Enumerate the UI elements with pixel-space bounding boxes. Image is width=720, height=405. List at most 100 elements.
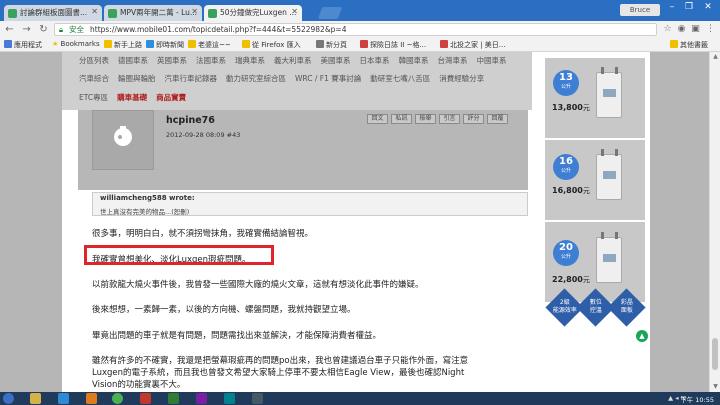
tab-2[interactable]: MPV兩年開二萬 - Lu... ✕ <box>104 5 202 21</box>
bookmark-bookmarks[interactable]: ★ Bookmarks <box>52 40 100 48</box>
post-paragraph: Luxgen的電子系統，而且我也曾發文希望大家騎上停車不要太相信Eagle Vi… <box>92 368 465 378</box>
page-icon <box>146 40 154 48</box>
post-button-rate[interactable]: 評分 <box>463 114 484 124</box>
close-icon[interactable]: ✕ <box>191 7 198 16</box>
chrome-icon[interactable] <box>112 393 123 404</box>
category-link[interactable]: 中國車系 <box>477 56 507 65</box>
category-link[interactable]: 分區列表 <box>79 56 109 65</box>
category-link[interactable]: 瑞典車系 <box>235 56 265 65</box>
bookmark-wife[interactable]: 老婆這~~ <box>188 40 231 50</box>
start-icon[interactable] <box>3 393 14 404</box>
category-link[interactable]: 法國車系 <box>196 56 226 65</box>
profile-button[interactable]: Bruce <box>620 4 660 16</box>
browser-icon[interactable] <box>58 393 69 404</box>
ad-price: 13,800元 <box>552 103 590 112</box>
post-button-quote[interactable]: 引言 <box>439 114 460 124</box>
page-icon <box>360 40 368 48</box>
ad-price: 22,800元 <box>552 275 590 284</box>
page-icon <box>316 40 324 48</box>
category-nav: 分區列表 德國車系 英國車系 法國車系 瑞典車系 義大利車系 美國車系 日本車系 韓國車系 台灣車… <box>62 52 532 110</box>
category-link[interactable]: 輪圈與輪胎 <box>118 74 156 83</box>
avatar[interactable] <box>92 110 154 170</box>
category-link[interactable]: 動力研究室綜合區 <box>226 74 286 83</box>
vertical-scrollbar[interactable]: ▲ ▼ <box>709 52 720 392</box>
app-icon[interactable] <box>252 393 263 404</box>
poster-username[interactable]: hcpine76 <box>166 115 215 126</box>
category-link[interactable]: 消費經驗分享 <box>439 74 484 83</box>
taskbar-clock: 下午 10:55 <box>680 396 714 404</box>
back-icon[interactable]: ← <box>3 23 16 36</box>
bookmark-firefox[interactable]: 從 Firefox 匯入 <box>242 40 301 50</box>
menu-icon[interactable]: ⋮ <box>705 24 716 35</box>
category-link[interactable]: 英國車系 <box>157 56 187 65</box>
app-icon[interactable] <box>224 393 235 404</box>
bookmark-apps[interactable]: 應用程式 <box>4 40 42 50</box>
browser-toolbar: ← → ↻ 🔒︎ 安全 https://www.mobile01.com/topic… <box>0 21 720 38</box>
folder-icon <box>670 40 678 48</box>
post-floor: #43 <box>226 131 241 139</box>
post-button-respond[interactable]: 回覆 <box>487 114 508 124</box>
minimize-icon[interactable]: – <box>664 2 680 12</box>
water-heater-ad[interactable] <box>545 140 645 220</box>
category-link[interactable]: 購車基礎 <box>117 93 147 102</box>
back-to-top-button[interactable]: ▲ <box>636 330 648 342</box>
highlight-box <box>84 245 274 265</box>
close-icon[interactable]: ✕ <box>91 7 98 16</box>
category-link[interactable]: WRC / F1 賽事討論 <box>295 74 361 83</box>
folder-icon <box>188 40 196 48</box>
folder-icon <box>104 40 112 48</box>
bookmark-news[interactable]: 即時新聞 <box>146 40 184 50</box>
app-icon[interactable] <box>140 393 151 404</box>
apps-icon <box>4 40 12 48</box>
folder-icon <box>242 40 250 48</box>
category-link[interactable]: 台灣車系 <box>438 56 468 65</box>
post-button-message[interactable]: 私訊 <box>391 114 412 124</box>
bookmark-newbie[interactable]: 新手上路 <box>104 40 142 50</box>
bookmark-newtab[interactable]: 新分頁 <box>316 40 347 50</box>
tab-3-active[interactable]: 50分鐘做完Luxgen ... ✕ <box>204 5 302 21</box>
tab-1-label: 討論群組板面圖書... <box>20 8 88 17</box>
category-link[interactable]: 汽車行車記錄器 <box>165 74 218 83</box>
ad-price: 16,800元 <box>552 186 590 195</box>
post-button-report[interactable]: 檢舉 <box>415 114 436 124</box>
new-tab-button[interactable] <box>317 7 343 19</box>
maximize-icon[interactable]: ❐ <box>681 2 697 12</box>
window-close-icon[interactable]: ✕ <box>700 2 716 12</box>
category-link[interactable]: 動研室七嘴八舌區 <box>370 74 430 83</box>
app-icon[interactable] <box>196 393 207 404</box>
bookmark-beitou[interactable]: 北投之家 | 美日... <box>440 40 505 50</box>
category-link[interactable]: ETC專區 <box>79 93 108 102</box>
bookmark-adventure[interactable]: 探險日誌 II ~格... <box>360 40 426 50</box>
post-paragraph: 後來想想，一素歸一素，以後的方向機、螺盤問題，我就持觀望立場。 <box>92 305 356 315</box>
category-link[interactable]: 美國車系 <box>321 56 351 65</box>
scroll-down-icon[interactable]: ▼ <box>710 383 720 390</box>
water-heater-image <box>596 232 622 283</box>
star-icon: ★ <box>52 40 61 48</box>
forward-icon[interactable]: → <box>20 23 33 36</box>
category-link[interactable]: 義大利車系 <box>274 56 312 65</box>
close-icon[interactable]: ✕ <box>291 7 298 16</box>
capacity-badge: 16 公升 <box>553 154 579 180</box>
category-link[interactable]: 商品實賣 <box>156 93 186 102</box>
lock-icon: 🔒︎ <box>59 25 63 34</box>
water-heater-image <box>596 149 622 200</box>
media-icon[interactable] <box>86 393 97 404</box>
star-icon[interactable]: ☆ <box>662 24 673 35</box>
app-icon[interactable] <box>168 393 179 404</box>
address-bar[interactable]: 🔒︎ 安全 https://www.mobile01.com/topicdetail… <box>54 23 657 36</box>
category-link[interactable]: 汽車綜合 <box>79 74 109 83</box>
folder-icon[interactable] <box>30 393 41 404</box>
tab-1[interactable]: 討論群組板面圖書... ✕ <box>4 5 102 21</box>
post-button-reply[interactable]: 回文 <box>367 114 388 124</box>
category-link[interactable]: 德國車系 <box>118 56 148 65</box>
category-link[interactable]: 日本車系 <box>360 56 390 65</box>
extension-icon[interactable]: ▣ <box>690 24 701 35</box>
favicon-icon <box>8 9 17 18</box>
reload-icon[interactable]: ↻ <box>37 23 50 36</box>
bookmark-other[interactable]: 其他書籤 <box>670 40 708 50</box>
extension-icon[interactable]: ◉ <box>676 24 687 35</box>
scrollbar-thumb[interactable] <box>712 338 718 370</box>
category-row-1: 分區列表 德國車系 英國車系 法國車系 瑞典車系 義大利車系 美國車系 日本車系 韓國車系 台灣車… <box>79 55 516 66</box>
scroll-up-icon[interactable]: ▲ <box>710 53 720 60</box>
category-link[interactable]: 韓國車系 <box>399 56 429 65</box>
